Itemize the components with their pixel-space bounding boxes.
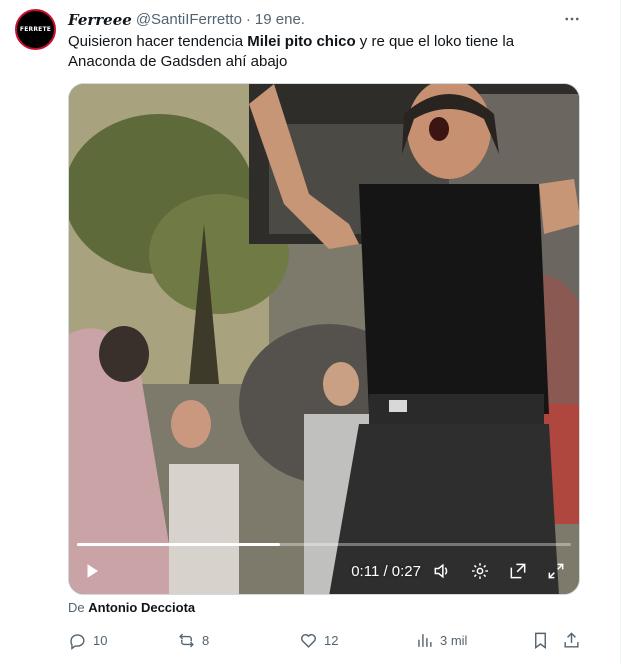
reply-icon xyxy=(70,633,85,650)
play-button[interactable] xyxy=(79,558,105,584)
video-time-display: 0:11 / 0:27 xyxy=(351,562,421,580)
like-icon xyxy=(301,633,316,648)
bookmark-button[interactable] xyxy=(531,626,550,654)
fullscreen-button[interactable] xyxy=(543,558,569,584)
share-icon xyxy=(564,631,579,648)
popout-button[interactable] xyxy=(505,558,531,584)
timestamp[interactable]: 19 ene. xyxy=(255,10,305,30)
video-source-attribution: De Antonio Decciota xyxy=(68,600,195,616)
more-icon xyxy=(565,17,579,21)
views-icon xyxy=(418,633,432,647)
separator-dot: · xyxy=(245,11,251,28)
share-button[interactable] xyxy=(562,626,581,654)
views-count: 3 mil xyxy=(440,632,468,648)
tweet-text-part1: Quisieron hacer tendencia xyxy=(68,33,248,50)
tweet-header: Ferreee @SantiIFerretto · 19 ene. xyxy=(68,10,576,30)
settings-button[interactable] xyxy=(467,558,493,584)
bookmark-icon xyxy=(535,632,546,649)
repost-icon xyxy=(179,633,194,647)
views-button[interactable]: 3 mil xyxy=(415,626,467,654)
video-frame xyxy=(69,84,579,594)
tweet-text: Quisieron hacer tendencia Milei pito chi… xyxy=(68,32,568,72)
reply-button[interactable]: 10 xyxy=(68,626,107,654)
more-options-button[interactable] xyxy=(561,8,583,30)
volume-icon xyxy=(434,563,448,579)
like-count: 12 xyxy=(324,632,339,648)
source-prefix: De xyxy=(68,600,85,615)
source-author-link[interactable]: Antonio Decciota xyxy=(88,600,195,615)
settings-icon xyxy=(472,563,488,579)
repost-count: 8 xyxy=(202,632,210,648)
video-progress-fill xyxy=(77,543,280,546)
like-button[interactable]: 12 xyxy=(299,626,338,654)
repost-button[interactable]: 8 xyxy=(177,626,209,654)
video-player[interactable]: 0:11 / 0:27 xyxy=(68,83,580,595)
tweet-actions: 10 8 12 3 mil xyxy=(62,626,584,654)
mute-button[interactable] xyxy=(429,558,455,584)
video-progress-bar[interactable] xyxy=(77,543,571,546)
video-controls: 0:11 / 0:27 xyxy=(69,548,579,594)
tweet-container: FERRETE Ferreee @SantiIFerretto · 19 ene… xyxy=(0,0,621,664)
play-icon xyxy=(87,564,98,578)
reply-count: 10 xyxy=(93,632,108,648)
user-handle[interactable]: @SantiIFerretto xyxy=(136,10,242,30)
avatar-logo-text: FERRETE xyxy=(19,26,52,33)
hashtag-link[interactable]: Milei pito chico xyxy=(247,33,355,50)
popout-icon xyxy=(510,563,526,579)
fullscreen-icon xyxy=(548,563,564,579)
avatar[interactable]: FERRETE xyxy=(15,9,56,50)
display-name[interactable]: Ferreee xyxy=(68,10,132,30)
